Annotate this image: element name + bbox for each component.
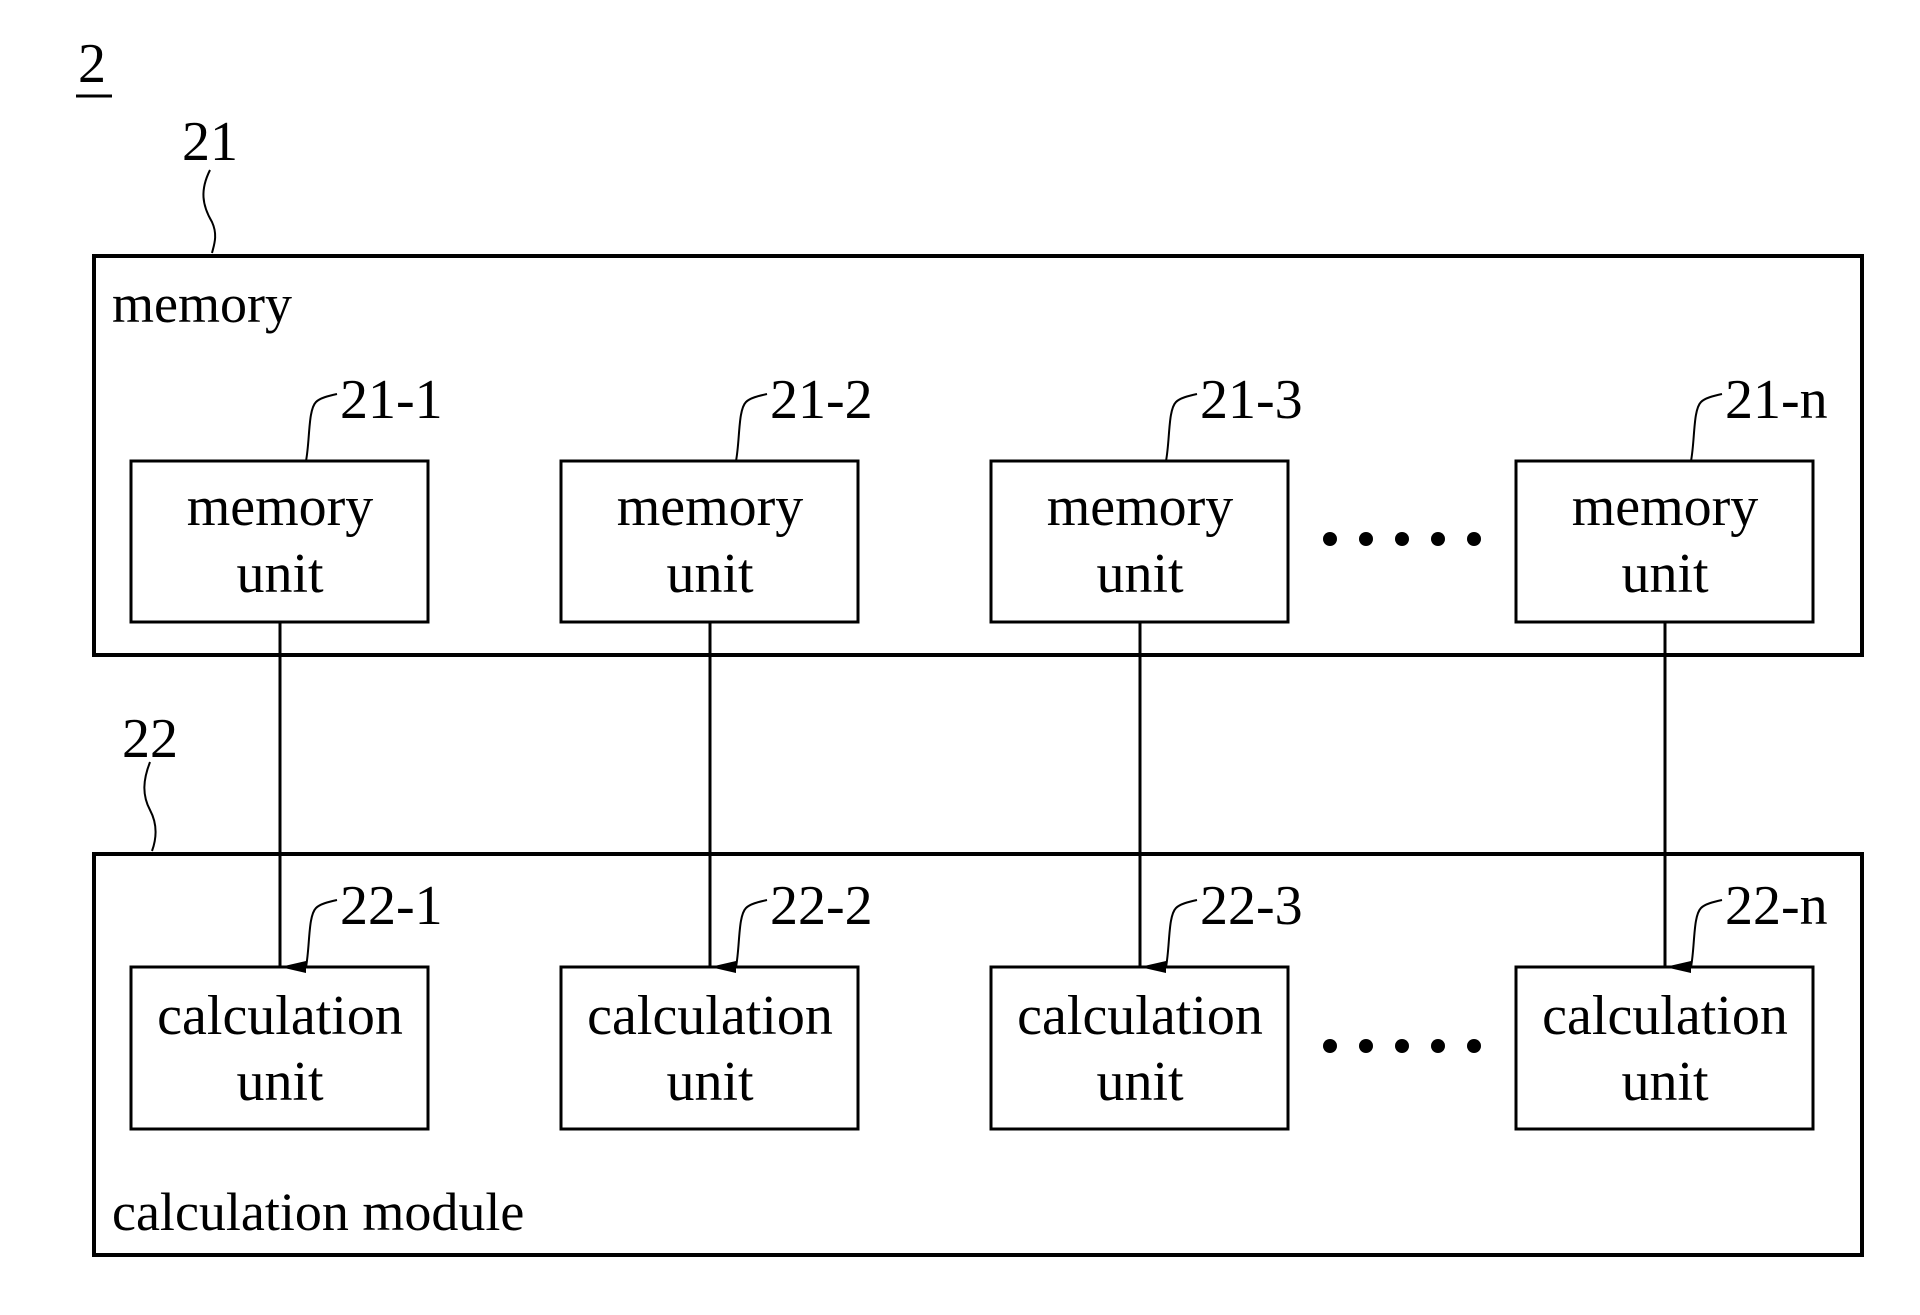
memory-ellipsis — [1323, 532, 1481, 546]
ellipsis-dot — [1323, 1039, 1337, 1053]
memory-unit-n-line1: memory — [1572, 476, 1759, 538]
calculation-unit-1-leader — [305, 899, 338, 968]
ellipsis-dot — [1359, 532, 1373, 546]
memory-ref-leader — [202, 169, 217, 254]
memory-unit-n: memory unit 21-n — [1514, 369, 1828, 624]
calculation-unit-3-ref: 22-3 — [1200, 875, 1303, 937]
calculation-unit-n-line2: unit — [1621, 1051, 1709, 1113]
ellipsis-dot — [1323, 532, 1337, 546]
memory-unit-2-leader — [735, 393, 768, 462]
memory-unit-2-ref: 21-2 — [770, 369, 873, 431]
calculation-unit-1-line2: unit — [236, 1051, 324, 1113]
calculation-ellipsis — [1323, 1039, 1481, 1053]
ellipsis-dot — [1467, 532, 1481, 546]
calculation-module-title: calculation module — [112, 1182, 524, 1242]
memory-unit-1-line2: unit — [236, 543, 324, 605]
calculation-unit-3-leader — [1165, 899, 1198, 968]
calculation-ref-leader — [143, 761, 157, 852]
memory-unit-n-line2: unit — [1621, 543, 1709, 605]
memory-unit-1-line1: memory — [187, 476, 374, 538]
figure-number: 2 — [78, 33, 106, 95]
calculation-unit-3-line2: unit — [1096, 1051, 1184, 1113]
ellipsis-dot — [1395, 532, 1409, 546]
memory-title: memory — [112, 274, 292, 334]
block-diagram: 2 21 memory memory unit 21-1 memory unit… — [76, 33, 1864, 1257]
ellipsis-dot — [1467, 1039, 1481, 1053]
memory-unit-n-leader — [1690, 393, 1723, 462]
memory-unit-3-line2: unit — [1096, 543, 1184, 605]
calculation-unit-2-line2: unit — [666, 1051, 754, 1113]
calculation-unit-n-line1: calculation — [1542, 985, 1788, 1047]
calculation-unit-n: calculation unit 22-n — [1514, 875, 1828, 1131]
calculation-ref-label: 22 — [122, 708, 178, 770]
calculation-unit-3-line1: calculation — [1017, 985, 1263, 1047]
memory-unit-3-line1: memory — [1047, 476, 1234, 538]
calculation-unit-2-ref: 22-2 — [770, 875, 873, 937]
memory-box — [92, 254, 1864, 657]
calculation-unit-2: calculation unit 22-2 — [559, 875, 873, 1131]
memory-unit-3-ref: 21-3 — [1200, 369, 1303, 431]
calculation-unit-1-ref: 22-1 — [340, 875, 443, 937]
memory-unit-1-ref: 21-1 — [340, 369, 443, 431]
ellipsis-dot — [1395, 1039, 1409, 1053]
ellipsis-dot — [1359, 1039, 1373, 1053]
calculation-unit-1: calculation unit 22-1 — [129, 875, 443, 1131]
calculation-unit-2-leader — [735, 899, 768, 968]
memory-unit-n-ref: 21-n — [1725, 369, 1828, 431]
calculation-unit-n-leader — [1690, 899, 1723, 968]
memory-unit-3: memory unit 21-3 — [989, 369, 1303, 624]
memory-ref-label: 21 — [182, 111, 238, 173]
calculation-unit-2-line1: calculation — [587, 985, 833, 1047]
memory-unit-1: memory unit 21-1 — [129, 369, 443, 624]
memory-unit-2-line2: unit — [666, 543, 754, 605]
ellipsis-dot — [1431, 1039, 1445, 1053]
memory-unit-1-leader — [305, 393, 338, 462]
memory-unit-3-leader — [1165, 393, 1198, 462]
memory-unit-2-line1: memory — [617, 476, 804, 538]
calculation-unit-n-ref: 22-n — [1725, 875, 1828, 937]
ellipsis-dot — [1431, 532, 1445, 546]
memory-unit-2: memory unit 21-2 — [559, 369, 873, 624]
calculation-unit-1-line1: calculation — [157, 985, 403, 1047]
calculation-unit-3: calculation unit 22-3 — [989, 875, 1303, 1131]
